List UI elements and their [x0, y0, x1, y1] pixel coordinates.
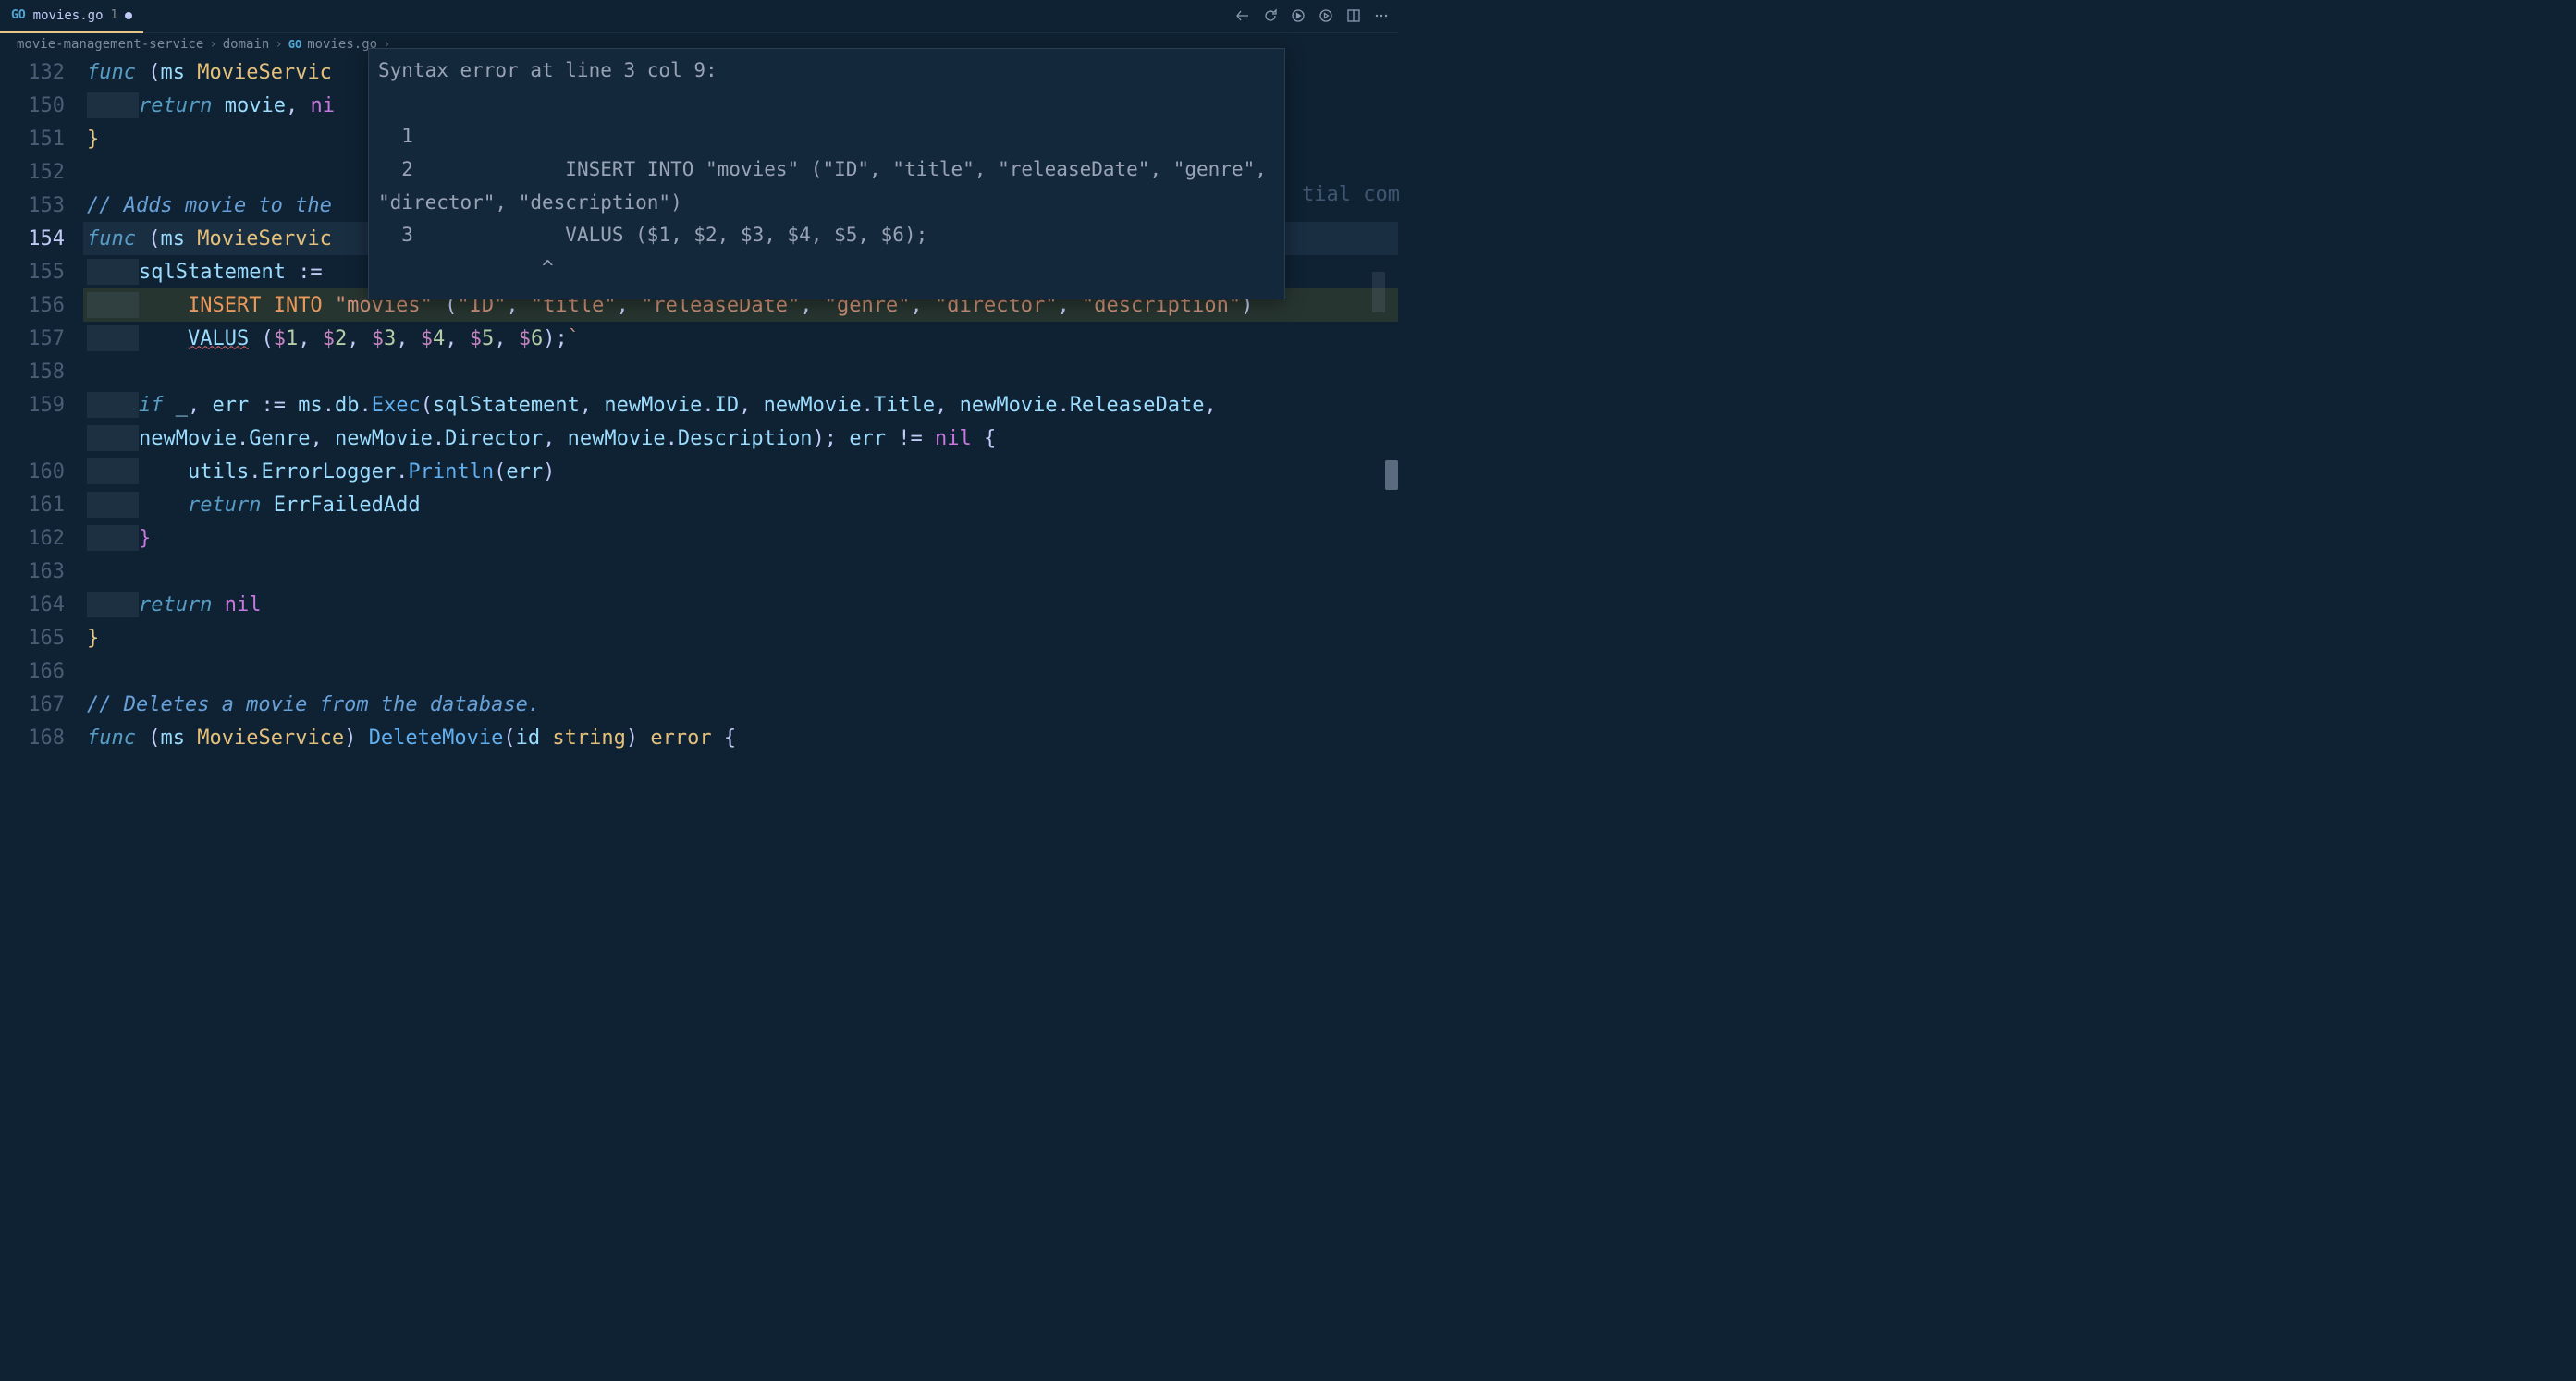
code-line[interactable]: return nil [83, 588, 1398, 621]
code-line[interactable]: VALUS ($1, $2, $3, $4, $5, $6);` [83, 322, 1398, 355]
line-number: 160 [0, 455, 65, 488]
line-number: 162 [0, 521, 65, 555]
tab-filename: movies.go [33, 8, 104, 23]
tab-movies-go[interactable]: GO movies.go 1 [0, 0, 143, 33]
more-actions-icon[interactable] [1374, 6, 1389, 29]
indent-guide [87, 525, 139, 551]
tab-bar: GO movies.go 1 [0, 0, 1398, 33]
code-line[interactable]: } [83, 521, 1398, 555]
syntax-error-token: VALUS [188, 327, 249, 350]
indent-guide [87, 292, 139, 318]
reload-icon[interactable] [1263, 6, 1278, 29]
suggestion-ghost-text: tial com [1302, 183, 1400, 206]
split-editor-icon[interactable] [1346, 6, 1361, 29]
breadcrumb-seg[interactable]: movie-management-service [17, 37, 203, 52]
diagnostic-hover-tooltip: Syntax error at line 3 col 9: 1 2 INSERT… [368, 48, 1285, 299]
line-number: 159 [0, 388, 65, 422]
run-debug-icon[interactable] [1319, 6, 1333, 29]
line-number: 156 [0, 288, 65, 322]
dirty-indicator-icon [125, 12, 132, 19]
line-number: 150 [0, 89, 65, 122]
tab-problem-count: 1 [111, 8, 118, 22]
line-number: 154 [0, 222, 65, 255]
code-line[interactable]: } [83, 621, 1398, 654]
line-number: 158 [0, 355, 65, 388]
indent-guide [87, 259, 139, 285]
line-number: 161 [0, 488, 65, 521]
indent-guide [87, 458, 139, 484]
vertical-scrollbar[interactable] [1385, 55, 1398, 750]
scrollbar-thumb[interactable] [1385, 460, 1398, 490]
line-number: 163 [0, 555, 65, 588]
code-line[interactable] [83, 654, 1398, 688]
minimap-slider[interactable] [1372, 272, 1385, 312]
chevron-right-icon: › [275, 37, 282, 52]
line-number: 151 [0, 122, 65, 155]
line-number: 152 [0, 155, 65, 189]
line-number: 168 [0, 721, 65, 754]
breadcrumb-seg[interactable]: movies.go [307, 37, 377, 52]
indent-guide [87, 492, 139, 518]
code-line[interactable] [83, 355, 1398, 388]
line-number: 155 [0, 255, 65, 288]
code-line[interactable]: if _, err := ms.db.Exec(sqlStatement, ne… [83, 388, 1398, 422]
run-icon[interactable] [1291, 6, 1306, 29]
code-line[interactable]: func (ms MovieService) DeleteMovie(id st… [83, 721, 1398, 754]
indent-guide [87, 92, 139, 118]
chevron-right-icon: › [209, 37, 216, 52]
indent-guide [87, 425, 139, 451]
line-number-gutter: 1321501511521531541551561571581591601611… [0, 55, 83, 750]
go-back-icon[interactable] [1235, 6, 1250, 29]
code-line[interactable] [83, 555, 1398, 588]
go-file-icon: GO [288, 38, 301, 51]
line-number: 167 [0, 688, 65, 721]
line-number: 166 [0, 654, 65, 688]
indent-guide [87, 592, 139, 617]
breadcrumb-seg[interactable]: domain [223, 37, 270, 52]
line-number [0, 422, 65, 455]
indent-guide [87, 325, 139, 351]
code-line[interactable]: newMovie.Genre, newMovie.Director, newMo… [83, 422, 1398, 455]
code-line[interactable]: utils.ErrorLogger.Println(err) [83, 455, 1398, 488]
line-number: 165 [0, 621, 65, 654]
line-number: 153 [0, 189, 65, 222]
go-file-icon: GO [11, 8, 26, 22]
code-line[interactable]: return ErrFailedAdd [83, 488, 1398, 521]
line-number: 164 [0, 588, 65, 621]
indent-guide [87, 392, 139, 418]
line-number: 157 [0, 322, 65, 355]
line-number: 132 [0, 55, 65, 89]
editor-title-actions [1235, 6, 1389, 29]
code-line[interactable]: // Deletes a movie from the database. [83, 688, 1398, 721]
